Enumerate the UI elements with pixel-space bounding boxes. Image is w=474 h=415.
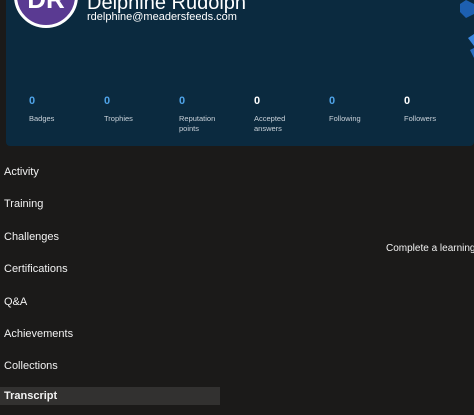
nav-item-achievements[interactable]: Achievements: [0, 322, 230, 346]
stat-badges[interactable]: 0 Badges: [29, 95, 99, 124]
decorative-shapes-icon: [460, 0, 474, 58]
profile-page: DR Delphine Rudolph rdelphine@meadersfee…: [0, 0, 474, 415]
nav-item-challenges[interactable]: Challenges: [0, 225, 230, 249]
stat-label: Accepted answers: [254, 114, 286, 133]
stat-trophies[interactable]: 0 Trophies: [104, 95, 174, 124]
stat-value: 0: [404, 95, 411, 107]
stat-label: Reputation points: [179, 114, 216, 133]
stat-value: 0: [329, 95, 336, 107]
nav-item-certifications[interactable]: Certifications: [0, 257, 230, 281]
stat-label: Badges: [29, 114, 55, 123]
nav-item-training[interactable]: Training: [0, 192, 230, 216]
stat-following[interactable]: 0 Following: [329, 95, 399, 124]
avatar[interactable]: DR: [14, 0, 78, 28]
stat-accepted-answers[interactable]: 0 Accepted answers: [254, 95, 294, 133]
stat-value: 0: [104, 95, 111, 107]
profile-card: DR Delphine Rudolph rdelphine@meadersfee…: [6, 0, 474, 146]
nav-item-qa[interactable]: Q&A: [0, 290, 230, 314]
nav-item-collections[interactable]: Collections: [0, 354, 230, 378]
stat-value: 0: [254, 95, 261, 107]
stat-label: Trophies: [104, 114, 133, 123]
stat-label: Following: [329, 114, 361, 123]
nav-item-transcript[interactable]: Transcript: [0, 386, 220, 405]
stat-label: Followers: [404, 114, 437, 123]
stat-followers[interactable]: 0 Followers: [404, 95, 474, 124]
profile-nav: Activity Training Challenges Certificati…: [0, 160, 230, 413]
empty-state-text: Complete a learning: [386, 243, 474, 254]
stat-reputation-points[interactable]: 0 Reputation points: [179, 95, 227, 133]
user-email: rdelphine@meadersfeeds.com: [87, 11, 237, 23]
stat-value: 0: [179, 95, 186, 107]
stat-value: 0: [29, 95, 36, 107]
avatar-initials: DR: [27, 0, 65, 15]
nav-item-activity[interactable]: Activity: [0, 160, 230, 184]
